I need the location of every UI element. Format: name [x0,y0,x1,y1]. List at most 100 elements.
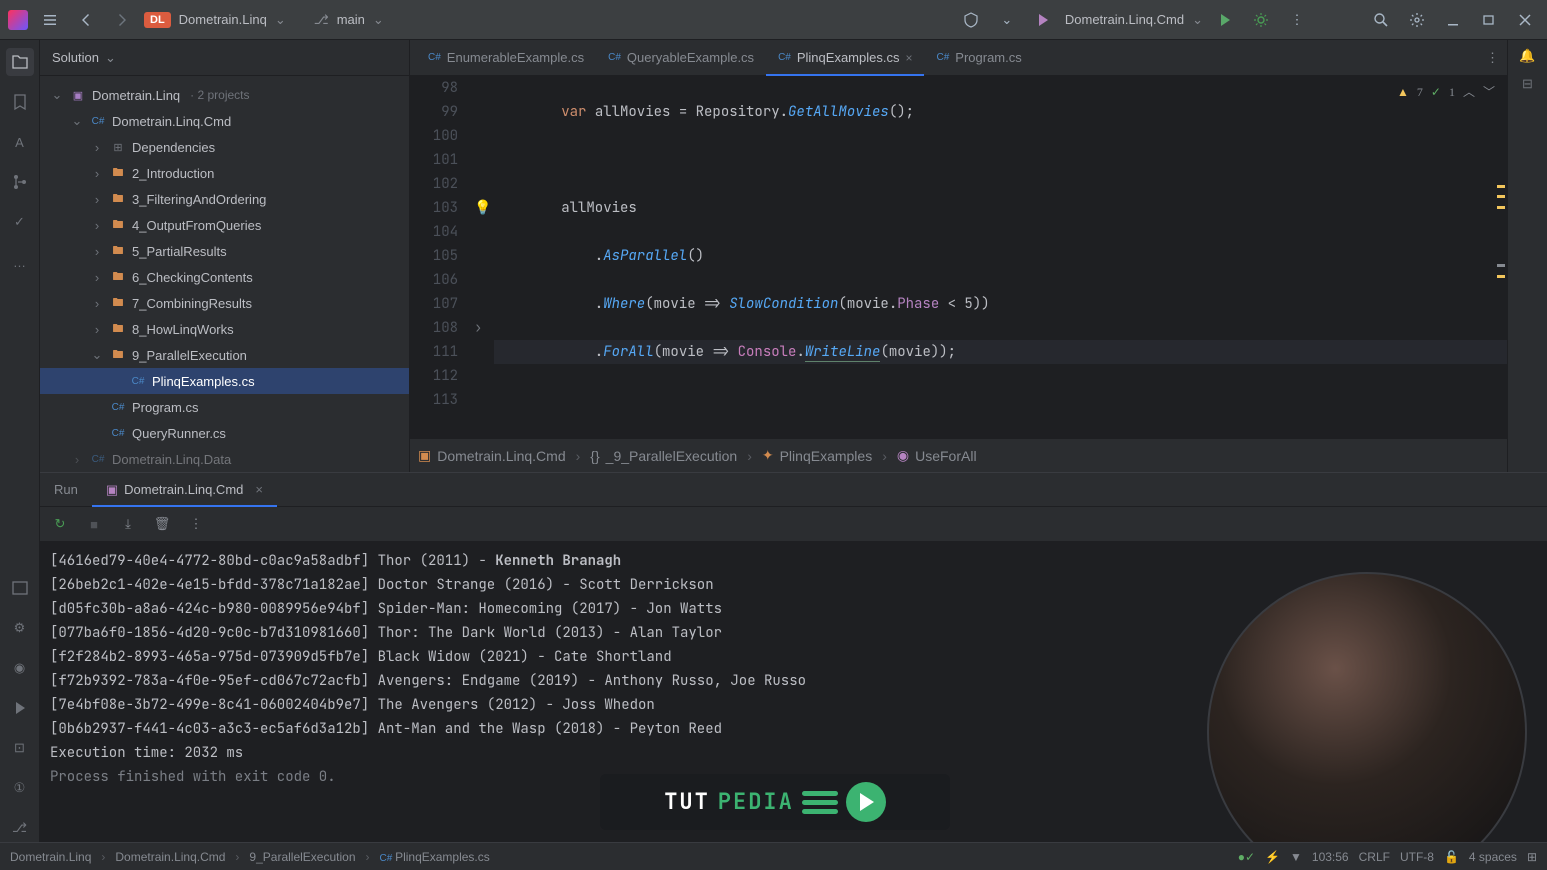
tabs-more[interactable]: ⋮ [1478,50,1507,66]
tree-project-cmd[interactable]: ⌄ C# Dometrain.Linq.Cmd [40,108,409,134]
solution-panel: Solution ⌄ ⌄ ▣ Dometrain.Linq · 2 projec… [40,40,410,472]
tree-file-plinq[interactable]: C#PlinqExamples.cs [40,368,409,394]
chevron-down-icon[interactable]: ⌄ [1192,12,1203,28]
gutter: 98 99 100 101 102 103 104 105 106 107 10… [410,76,470,438]
crumb-project[interactable]: ▣Dometrain.Linq.Cmd [418,447,566,464]
tree-folder[interactable]: ›🖿8_HowLinqWorks [40,316,409,342]
tree-folder[interactable]: ›🖿2_Introduction [40,160,409,186]
console-output[interactable]: [4616ed79-40e4-4772-80bd-c0ac9a58adbf] T… [40,541,1547,842]
editor-tabs: C#EnumerableExample.cs C#QueryableExampl… [410,40,1507,76]
left-tool-strip: A ✓ … ⚙ ◉ ⊡ ① ⎇ [0,40,40,842]
memory-icon[interactable]: ▼ [1290,850,1302,864]
warning-icon: ▲ [1397,80,1409,104]
solution-tree: ⌄ ▣ Dometrain.Linq · 2 projects ⌄ C# Dom… [40,76,409,472]
run-config-name[interactable]: Dometrain.Linq.Cmd [1065,12,1184,27]
solution-header[interactable]: Solution ⌄ [40,40,409,76]
nuget-tool[interactable]: ◉ [6,654,34,682]
code-editor[interactable]: 98 99 100 101 102 103 104 105 106 107 10… [410,76,1507,438]
marker-stripe[interactable] [1495,76,1507,438]
run-config-icon[interactable] [1029,6,1057,34]
terminal-tool[interactable]: ① [6,774,34,802]
inspection-widget[interactable]: ▲7 ✓1 ︿ ﹀ [1397,80,1495,104]
git-tool[interactable] [6,168,34,196]
chevron-down-icon: ⌄ [105,50,116,66]
more-tools[interactable]: … [6,248,34,276]
vcs-tool[interactable]: ⎇ [6,814,34,842]
encoding[interactable]: UTF-8 [1400,850,1434,864]
scroll-to-end-button[interactable]: ⤓ [116,512,140,536]
bulb-icon[interactable]: 💡 [474,196,491,220]
crumb-namespace[interactable]: {}_9_ParallelExecution [590,448,737,464]
chevron-down-icon: ﹀ [1483,80,1495,104]
restore-window[interactable] [1475,6,1503,34]
notifications-tool[interactable]: 🔔 [1519,48,1535,64]
tree-folder[interactable]: ›🖿7_CombiningResults [40,290,409,316]
tree-folder[interactable]: ›🖿3_FilteringAndOrdering [40,186,409,212]
debug-tool[interactable]: ⊡ [6,734,34,762]
nav-back[interactable] [72,6,100,34]
run-button[interactable] [1211,6,1239,34]
tab-queryable[interactable]: C#QueryableExample.cs [596,40,766,76]
tree-file-program[interactable]: C#Program.cs [40,394,409,420]
explorer-tool[interactable] [6,48,34,76]
tree-project-data[interactable]: ›C#Dometrain.Linq.Data [40,446,409,472]
todo-tool[interactable] [6,574,34,602]
settings-icon[interactable] [1403,6,1431,34]
play-icon [846,782,886,822]
project-name[interactable]: Dometrain.Linq [179,12,267,27]
tree-folder[interactable]: ⌄🖿9_ParallelExecution [40,342,409,368]
tab-plinq[interactable]: C#PlinqExamples.cs× [766,40,924,76]
rerun-button[interactable]: ↻ [48,512,72,536]
line-separator[interactable]: CRLF [1359,850,1390,864]
check-icon: ✓ [1431,80,1441,104]
crumb-class[interactable]: ✦PlinqExamples [762,447,872,464]
tool-window-layout-icon[interactable]: ⊞ [1527,850,1537,864]
tab-program[interactable]: C#Program.cs [924,40,1033,76]
run-tab[interactable]: Run [40,473,92,507]
debug-button[interactable] [1247,6,1275,34]
chevron-down-icon[interactable]: ⌄ [993,6,1021,34]
tab-enumerable[interactable]: C#EnumerableExample.cs [416,40,596,76]
tree-deps[interactable]: › ⊞ Dependencies [40,134,409,160]
chevron-down-icon[interactable]: ⌄ [373,12,384,28]
branch-icon[interactable]: ⎇ [314,12,329,28]
branch-name[interactable]: main [337,12,365,27]
right-tool-strip: 🔔 ⊟ [1507,40,1547,472]
tree-folder[interactable]: ›🖿4_OutputFromQueries [40,212,409,238]
stop-button[interactable]: ■ [82,512,106,536]
nav-forward[interactable] [108,6,136,34]
more-actions[interactable]: ⋮ [1283,6,1311,34]
crumb-method[interactable]: ◉UseForAll [897,447,977,464]
build-status-icon[interactable]: ●✓ [1238,850,1255,864]
hamburger-menu[interactable] [36,6,64,34]
bookmarks-tool[interactable] [6,88,34,116]
solution-header-label: Solution [52,50,99,65]
tree-folder[interactable]: ›🖿6_CheckingContents [40,264,409,290]
unit-tests-tool[interactable]: ✓ [6,208,34,236]
database-tool[interactable]: ⊟ [1522,76,1533,92]
caret-position[interactable]: 103:56 [1312,850,1349,864]
readonly-icon[interactable]: 🔓 [1444,850,1459,864]
run-config-tab[interactable]: ▣Dometrain.Linq.Cmd× [92,473,277,507]
code-with-me-icon[interactable] [957,6,985,34]
close-icon[interactable]: × [905,51,912,65]
chevron-down-icon[interactable]: ⌄ [275,12,286,28]
problems-tool[interactable]: ⚙ [6,614,34,642]
status-path[interactable]: Dometrain.Linq [10,850,91,864]
clear-button[interactable]: 🗑 [150,512,174,536]
power-save-icon[interactable]: ⚡ [1265,850,1280,864]
more-button[interactable]: ⋮ [184,512,208,536]
minimize-window[interactable] [1439,6,1467,34]
editor-area: C#EnumerableExample.cs C#QueryableExampl… [410,40,1507,472]
fold-expand-icon[interactable]: › [474,316,482,340]
structure-tool[interactable]: A [6,128,34,156]
tree-file-qrunner[interactable]: C#QueryRunner.cs [40,420,409,446]
watermark: TUT PEDIA [600,774,950,830]
run-panel: Run ▣Dometrain.Linq.Cmd× ↻ ■ ⤓ 🗑 ⋮ [4616… [40,472,1547,842]
search-icon[interactable] [1367,6,1395,34]
indent[interactable]: 4 spaces [1469,850,1517,864]
tree-folder[interactable]: ›🖿5_PartialResults [40,238,409,264]
run-tool[interactable] [6,694,34,722]
close-window[interactable] [1511,6,1539,34]
tree-solution-root[interactable]: ⌄ ▣ Dometrain.Linq · 2 projects [40,82,409,108]
